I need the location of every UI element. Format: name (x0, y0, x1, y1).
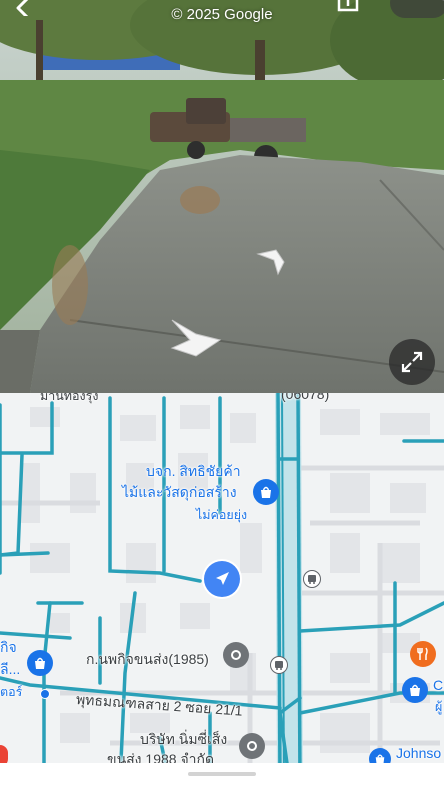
expand-icon (401, 351, 423, 373)
shop-pin[interactable] (27, 650, 53, 676)
circle-dot-icon (247, 741, 257, 751)
fork-knife-icon (417, 647, 428, 660)
bus-stop-icon[interactable] (303, 570, 321, 588)
store-name-line1[interactable]: บจก. สิทธิชัยค้า (146, 461, 241, 483)
company-name-line1[interactable]: บริษัท นิ่มซี่เส็ง (140, 729, 227, 751)
current-location-marker[interactable] (204, 561, 240, 597)
store-status: ไม่ค่อยยุ่ง (196, 508, 248, 522)
share-icon[interactable] (335, 0, 361, 14)
shopping-bag-icon (35, 657, 45, 669)
road-code-label: (06078) (281, 393, 330, 402)
navigation-arrow-icon (216, 572, 229, 585)
shop-pin[interactable] (253, 479, 279, 505)
back-arrow-icon[interactable] (14, 0, 44, 16)
map-panel[interactable]: ม้านทองรุ่ง (06078) บจก. สิทธิชัยค้า ไม้… (0, 393, 444, 785)
account-chip[interactable] (390, 0, 444, 18)
chevron-nav-icon[interactable] (168, 318, 224, 358)
right-place-label-1[interactable]: C (433, 677, 443, 693)
left-place-label-2[interactable]: ลี... (0, 659, 20, 681)
restaurant-pin[interactable] (410, 641, 436, 667)
left-place-label-1[interactable]: กิจ (0, 637, 17, 659)
place-pin[interactable] (239, 733, 265, 759)
right-place-label-2[interactable]: ผู้ (435, 697, 442, 717)
place-pin[interactable] (223, 642, 249, 668)
copyright-text: © 2025 Google (171, 6, 273, 23)
street-view-panel[interactable]: © 2025 Google (0, 0, 444, 393)
bottom-sheet-bar[interactable] (0, 763, 444, 785)
circle-dot-icon (231, 650, 241, 660)
left-place-label-3[interactable]: ตอร์ (0, 682, 22, 702)
johnson-label[interactable]: Johnso (396, 745, 441, 761)
drag-handle[interactable] (188, 772, 256, 776)
chevron-nav-icon[interactable] (256, 248, 288, 276)
bus-stop-icon[interactable] (270, 656, 288, 674)
transport-company-label[interactable]: ก.นพกิจขนส่ง(1985) (86, 649, 209, 671)
small-place-dot[interactable] (40, 689, 50, 699)
shop-pin[interactable] (402, 677, 428, 703)
place-label-top: ม้านทองรุ่ง (40, 393, 99, 403)
expand-button[interactable] (389, 339, 435, 385)
shopping-bag-icon (261, 486, 271, 498)
store-name-line2[interactable]: ไม้และวัสดุก่อสร้าง (122, 482, 237, 504)
shopping-bag-icon (410, 684, 420, 696)
